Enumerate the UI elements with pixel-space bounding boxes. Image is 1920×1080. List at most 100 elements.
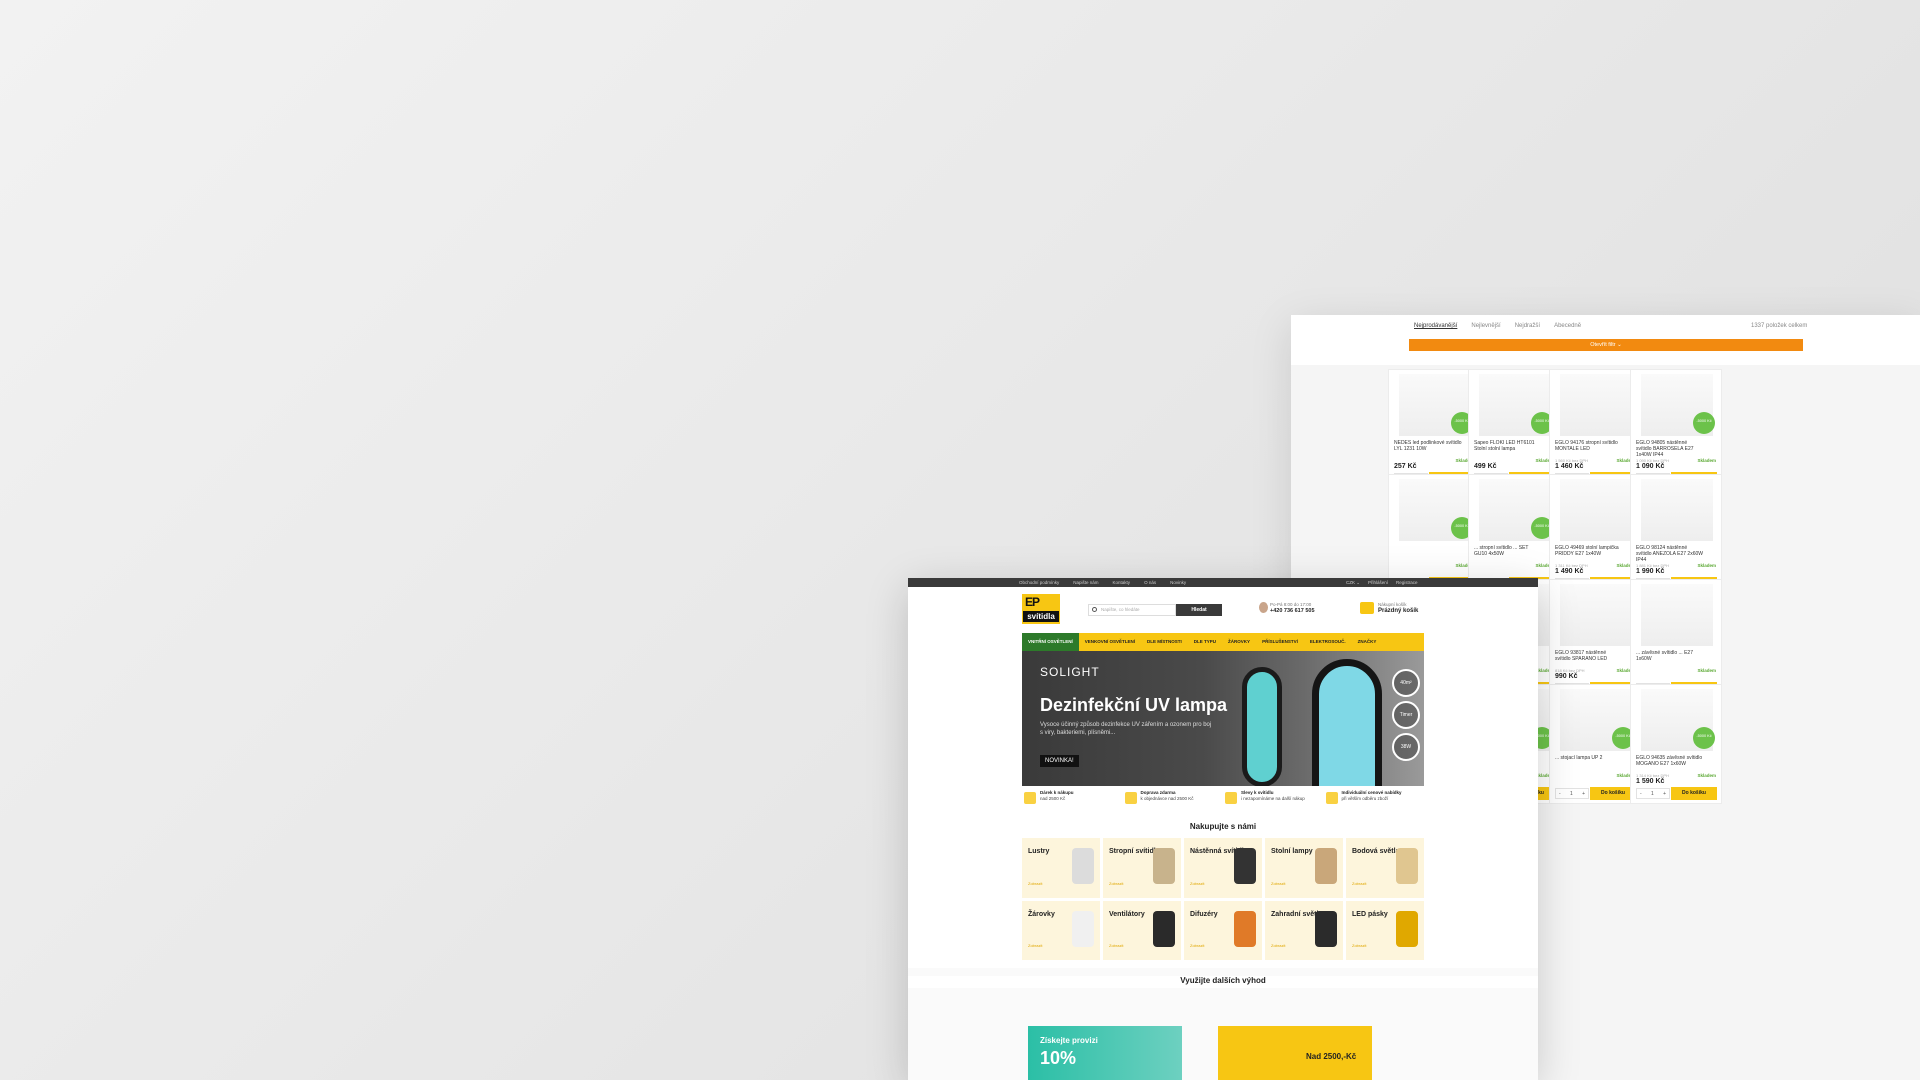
- sort-bestselling[interactable]: Nejprodávanější: [1414, 323, 1457, 329]
- phone-contact[interactable]: Po-Pá 8:00 do 17:00 +420 736 617 505: [1259, 602, 1315, 614]
- nav-brands[interactable]: ZNAČKY: [1352, 633, 1383, 651]
- login-link[interactable]: Přihlášení: [1368, 580, 1388, 586]
- category-tile[interactable]: Stolní lampy Zobrazit: [1265, 838, 1343, 898]
- nav-by-type[interactable]: DLE TYPU: [1188, 633, 1222, 651]
- category-link[interactable]: Zobrazit: [1271, 881, 1285, 886]
- nav-by-room[interactable]: DLE MÍSTNOSTI: [1141, 633, 1188, 651]
- product-name[interactable]: EGLO 93817 nástěnné svítidlo SPARANO LED: [1555, 650, 1623, 662]
- category-image: [1396, 910, 1418, 947]
- quantity-stepper[interactable]: - 1 +: [1555, 788, 1589, 799]
- util-link-news[interactable]: Novinky: [1170, 580, 1186, 585]
- category-name: Stolní lampy: [1271, 848, 1313, 855]
- util-link-write-us[interactable]: Napište nám: [1073, 580, 1098, 585]
- category-link[interactable]: Zobrazit: [1352, 881, 1366, 886]
- quantity-stepper[interactable]: - 1 +: [1636, 788, 1670, 799]
- sort-alphabetical[interactable]: Abecedně: [1554, 323, 1581, 329]
- category-tile[interactable]: Bodová světla Zobrazit: [1346, 838, 1424, 898]
- category-name: Ventilátory: [1109, 910, 1145, 918]
- category-tile[interactable]: LED pásky Zobrazit: [1346, 900, 1424, 960]
- qty-plus[interactable]: +: [1582, 791, 1585, 797]
- product-card[interactable]: EGLO 49469 stolní lampička PRIDDY E27 1x…: [1549, 474, 1641, 594]
- category-tile[interactable]: Nástěnná svítidla Zobrazit: [1184, 838, 1262, 898]
- currency-select[interactable]: CZK ⌄: [1346, 580, 1360, 586]
- promo-commission[interactable]: Získejte provizi 10%: [1028, 1026, 1182, 1080]
- category-link[interactable]: Zobrazit: [1190, 943, 1204, 948]
- phone-number: +420 736 617 505: [1270, 608, 1315, 614]
- product-card[interactable]: -5000 Kč Sapeo FLOKI LED HT6101 Stolní st…: [1468, 369, 1560, 489]
- category-tile[interactable]: Zahradní světla Zobrazit: [1265, 900, 1343, 960]
- product-price: 1 090 Kč: [1636, 463, 1665, 470]
- nav-accessories[interactable]: PŘÍSLUŠENSTVÍ: [1256, 633, 1304, 651]
- category-name: Difuzéry: [1190, 910, 1218, 918]
- site-logo[interactable]: EP svítidla: [1022, 594, 1060, 624]
- basket-state: Prázdný košík: [1378, 608, 1419, 614]
- product-image[interactable]: [1641, 479, 1713, 541]
- product-card[interactable]: -5000 KčSkladem-1+Do košíku: [1388, 474, 1480, 594]
- register-link[interactable]: Registrace: [1396, 580, 1418, 586]
- sort-cheapest[interactable]: Nejlevnější: [1471, 323, 1500, 329]
- product-name[interactable]: EGLO 98124 nástěnné svítidlo ANEZOLA E27…: [1636, 545, 1704, 563]
- search-input[interactable]: Napište, co hledáte: [1088, 604, 1176, 616]
- section-title-benefits: Využijte dalších výhod: [908, 976, 1538, 988]
- nav-bulbs[interactable]: ŽÁROVKY: [1222, 633, 1256, 651]
- category-link[interactable]: Zobrazit: [1352, 943, 1366, 948]
- product-name[interactable]: NEDES led podlinkové svítidlo LYL 1231 1…: [1394, 440, 1462, 452]
- product-name[interactable]: EGLO 94635 závěsné svítidlo MOGANO E27 1…: [1636, 755, 1704, 767]
- banner-title: Dezinfekční UV lampa: [1040, 695, 1228, 715]
- product-card[interactable]: -5000 Kč EGLO 94635 závěsné svítidlo MOGA…: [1630, 684, 1722, 804]
- category-link[interactable]: Zobrazit: [1109, 943, 1123, 948]
- qty-value[interactable]: 1: [1570, 791, 1573, 797]
- nav-electrical[interactable]: ELEKTROSOUČ.: [1304, 633, 1352, 651]
- category-name: Lustry: [1028, 848, 1050, 855]
- product-name[interactable]: Sapeo FLOKI LED HT6101 Stolní stolní lam…: [1474, 440, 1542, 452]
- category-image: [1153, 848, 1175, 884]
- qty-value[interactable]: 1: [1651, 791, 1654, 797]
- product-card[interactable]: -5000 Kč EGLO 94805 nástěnné svítidlo BAR…: [1630, 369, 1722, 489]
- product-name[interactable]: ... stropní svítidlo ... SET GU10 4x50W: [1474, 545, 1542, 557]
- product-name[interactable]: ... závěsné svítidlo ... E27 1x60W: [1636, 650, 1704, 662]
- product-card[interactable]: EGLO 94176 stropní svítidlo MONTALE LED 1…: [1549, 369, 1641, 489]
- promo-free-shipping[interactable]: Nad 2500,-Kč: [1218, 1026, 1372, 1080]
- banner-brand: SOLIGHT: [1040, 665, 1100, 679]
- category-link[interactable]: Zobrazit: [1190, 881, 1204, 886]
- product-card[interactable]: ... závěsné svítidlo ... E27 1x60W Sklade…: [1630, 579, 1722, 699]
- product-card[interactable]: EGLO 98124 nástěnné svítidlo ANEZOLA E27…: [1630, 474, 1722, 594]
- category-tile[interactable]: Ventilátory Zobrazit: [1103, 900, 1181, 960]
- qty-minus[interactable]: -: [1640, 791, 1642, 797]
- category-tile[interactable]: Žárovky Zobrazit: [1022, 900, 1100, 960]
- basket[interactable]: Nákupní košík Prázdný košík: [1360, 602, 1419, 614]
- product-card[interactable]: EGLO 93817 nástěnné svítidlo SPARANO LED…: [1549, 579, 1641, 699]
- product-name[interactable]: EGLO 94176 stropní svítidlo MONTALE LED: [1555, 440, 1623, 452]
- category-link[interactable]: Zobrazit: [1028, 943, 1042, 948]
- qty-plus[interactable]: +: [1663, 791, 1666, 797]
- product-name[interactable]: EGLO 94805 nástěnné svítidlo BARROSELA E…: [1636, 440, 1704, 458]
- sort-most-expensive[interactable]: Nejdražší: [1515, 323, 1540, 329]
- category-link[interactable]: Zobrazit: [1109, 881, 1123, 886]
- discount-badge: -5000 Kč: [1693, 412, 1715, 434]
- util-link-contacts[interactable]: Kontakty: [1113, 580, 1131, 585]
- hero-banner[interactable]: SOLIGHT Dezinfekční UV lampa Vysoce účin…: [1022, 651, 1424, 786]
- product-image[interactable]: [1560, 374, 1632, 436]
- nav-indoor[interactable]: VNITŘNÍ OSVĚTLENÍ: [1022, 633, 1079, 651]
- product-card[interactable]: -5000 Kč... stropní svítidlo ... SET GU1…: [1468, 474, 1560, 594]
- category-tile[interactable]: Stropní svítidla Zobrazit: [1103, 838, 1181, 898]
- product-image[interactable]: [1560, 479, 1632, 541]
- qty-minus[interactable]: -: [1559, 791, 1561, 797]
- search-button[interactable]: Hledat: [1176, 604, 1222, 616]
- category-tile[interactable]: Difuzéry Zobrazit: [1184, 900, 1262, 960]
- product-card[interactable]: -5000 Kč NEDES led podlinkové svítidlo LY…: [1388, 369, 1480, 489]
- product-image[interactable]: [1560, 584, 1632, 646]
- util-link-terms[interactable]: Obchodní podmínky: [1019, 580, 1059, 585]
- product-name[interactable]: ... stojací lampa UP 2: [1555, 755, 1623, 761]
- nav-outdoor[interactable]: VENKOVNÍ OSVĚTLENÍ: [1079, 633, 1141, 651]
- category-image: [1234, 910, 1256, 947]
- open-filter-button[interactable]: Otevřít filtr ⌄: [1409, 339, 1803, 351]
- add-to-cart-button[interactable]: Do košíku: [1671, 787, 1717, 800]
- category-tile[interactable]: Lustry Zobrazit: [1022, 838, 1100, 898]
- product-card[interactable]: -5000 Kč... stojací lampa UP 2 Skladem -1 +…: [1549, 684, 1641, 804]
- category-link[interactable]: Zobrazit: [1028, 881, 1042, 886]
- product-name[interactable]: EGLO 49469 stolní lampička PRIDDY E27 1x…: [1555, 545, 1623, 557]
- category-link[interactable]: Zobrazit: [1271, 943, 1285, 948]
- util-link-about[interactable]: O nás: [1144, 580, 1156, 585]
- product-image[interactable]: [1641, 584, 1713, 646]
